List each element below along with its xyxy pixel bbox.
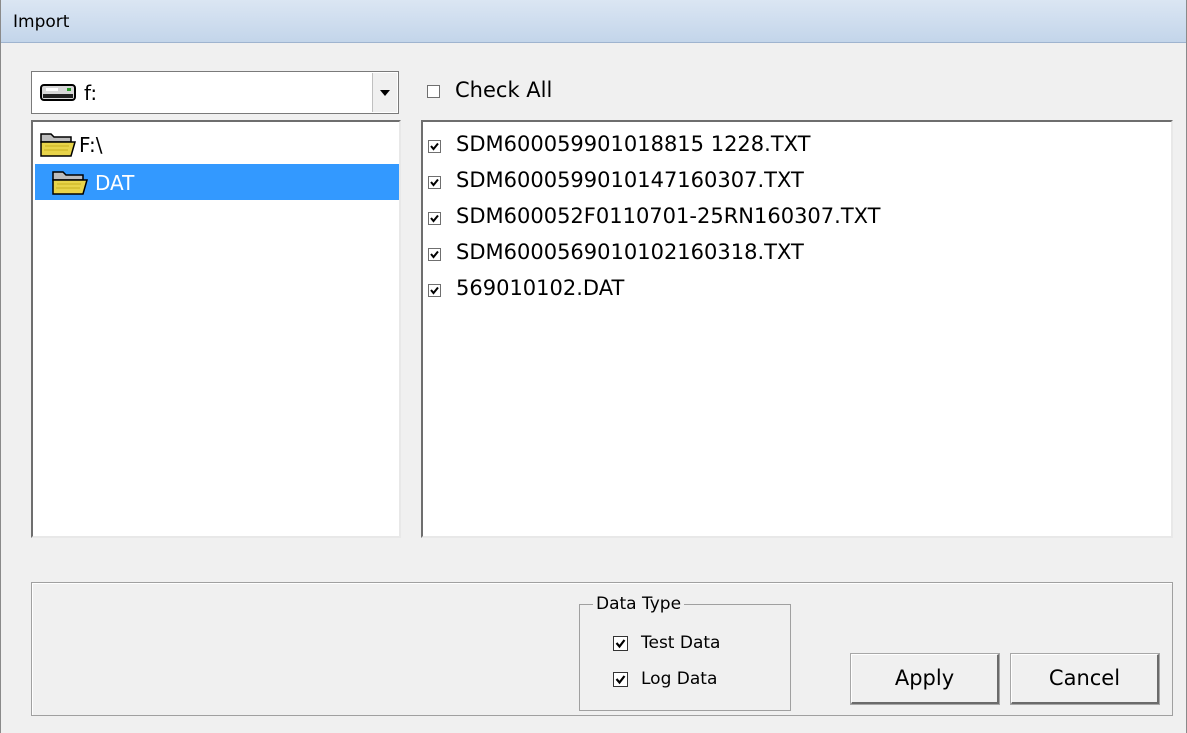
open-folder-icon	[40, 133, 76, 157]
list-item[interactable]: SDM6000569010102160318.TXT	[428, 236, 1128, 272]
tree-item-label: F:\	[79, 133, 103, 157]
test-data-label: Test Data	[641, 633, 721, 653]
list-item[interactable]: 569010102.DAT	[428, 272, 1128, 308]
checkbox-icon[interactable]	[613, 672, 628, 687]
drive-select[interactable]: f:	[31, 71, 399, 114]
tree-item-root[interactable]: F:\	[39, 126, 239, 162]
checkbox-icon[interactable]	[428, 140, 441, 153]
data-type-group	[579, 604, 791, 711]
file-name: SDM6000599010147160307.TXT	[456, 168, 804, 192]
checkbox-icon[interactable]	[428, 248, 441, 261]
file-name: SDM600052F0110701-25RN160307.TXT	[456, 204, 881, 228]
check-all-label: Check All	[455, 78, 553, 102]
drive-label: f:	[84, 81, 98, 105]
folder-tree[interactable]: F:\ DAT	[31, 120, 401, 538]
file-list[interactable]: SDM600059901018815 1228.TXT SDM600059901…	[421, 120, 1173, 538]
data-type-title: Data Type	[593, 594, 685, 614]
checkbox-icon[interactable]	[428, 212, 441, 225]
checkbox-icon[interactable]	[427, 85, 440, 98]
open-folder-icon	[52, 171, 88, 195]
file-name: SDM6000569010102160318.TXT	[456, 240, 804, 264]
checkbox-icon[interactable]	[428, 284, 441, 297]
tree-item-label: DAT	[95, 171, 135, 195]
drive-icon	[40, 84, 76, 101]
window-title: Import	[13, 12, 70, 32]
import-dialog: Import f: F:\ DAT Check All SDM600059901…	[0, 0, 1187, 733]
cancel-button[interactable]: Cancel	[1010, 653, 1160, 705]
list-item[interactable]: SDM600052F0110701-25RN160307.TXT	[428, 200, 1128, 236]
checkbox-icon[interactable]	[613, 636, 628, 651]
chevron-down-icon[interactable]	[372, 73, 397, 112]
title-bar[interactable]: Import	[1, 0, 1186, 43]
tree-item-dat[interactable]: DAT	[35, 164, 399, 200]
checkbox-icon[interactable]	[428, 176, 441, 189]
log-data-label: Log Data	[641, 669, 718, 689]
file-name: SDM600059901018815 1228.TXT	[456, 132, 811, 156]
file-name: 569010102.DAT	[456, 276, 625, 300]
list-item[interactable]: SDM6000599010147160307.TXT	[428, 164, 1128, 200]
list-item[interactable]: SDM600059901018815 1228.TXT	[428, 128, 1128, 164]
apply-button[interactable]: Apply	[850, 653, 1000, 705]
